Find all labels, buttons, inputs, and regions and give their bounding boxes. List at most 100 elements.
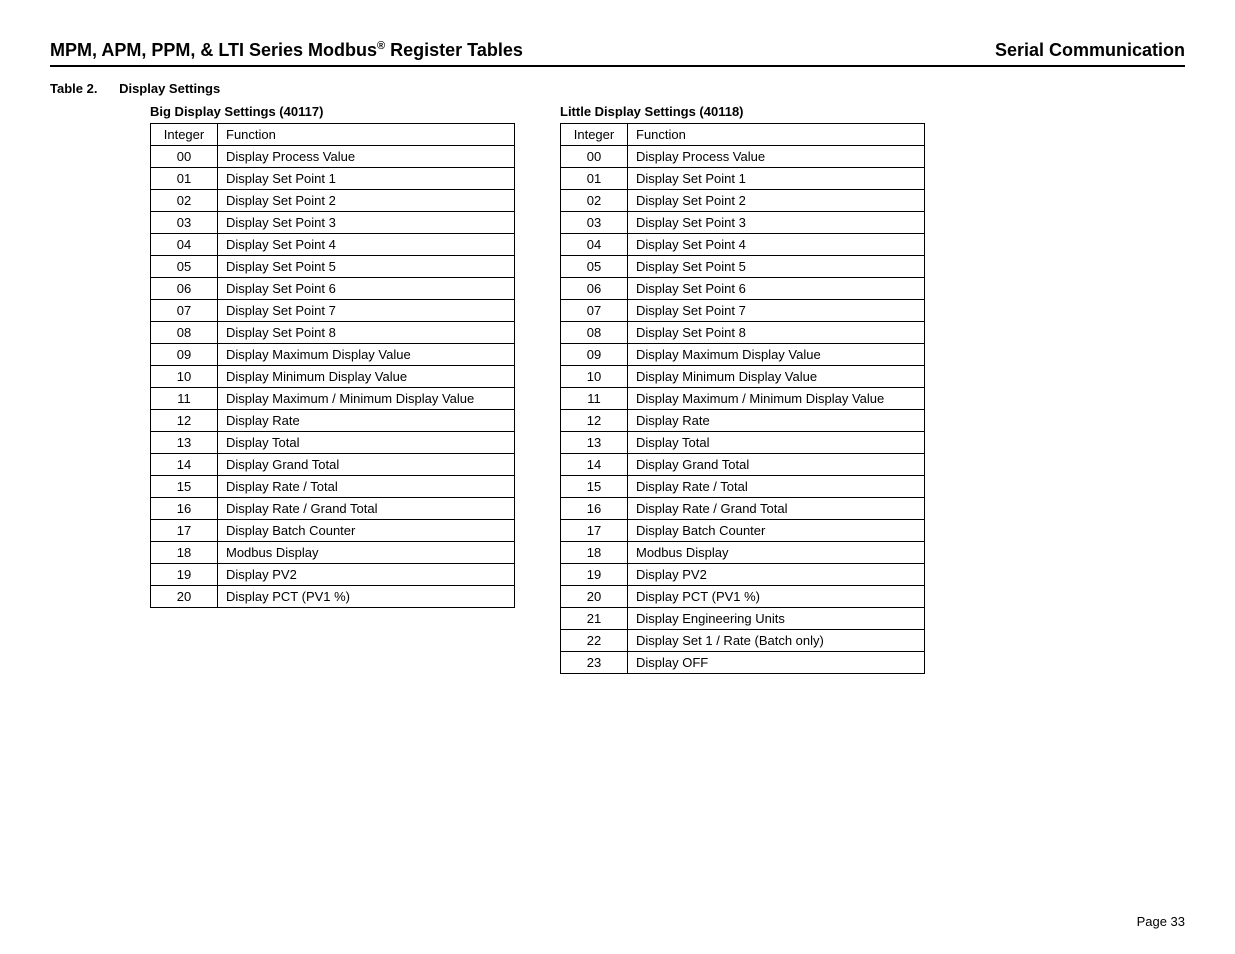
function-cell: Display PV2	[218, 564, 515, 586]
little-display-table: Integer Function 00Display Process Value…	[560, 123, 925, 674]
function-cell: Display Set Point 5	[628, 256, 925, 278]
table-row: 01Display Set Point 1	[151, 168, 515, 190]
table-row: 09Display Maximum Display Value	[561, 344, 925, 366]
function-cell: Display Maximum / Minimum Display Value	[628, 388, 925, 410]
table-row: 20Display PCT (PV1 %)	[151, 586, 515, 608]
integer-cell: 01	[561, 168, 628, 190]
function-cell: Display Rate	[218, 410, 515, 432]
table-row: 05Display Set Point 5	[151, 256, 515, 278]
table-row: 06Display Set Point 6	[561, 278, 925, 300]
integer-cell: 00	[151, 146, 218, 168]
integer-cell: 03	[561, 212, 628, 234]
table-row: 06Display Set Point 6	[151, 278, 515, 300]
integer-cell: 10	[561, 366, 628, 388]
integer-cell: 09	[561, 344, 628, 366]
table-row: 03Display Set Point 3	[561, 212, 925, 234]
function-cell: Display Minimum Display Value	[628, 366, 925, 388]
table-row: 21Display Engineering Units	[561, 608, 925, 630]
integer-cell: 03	[151, 212, 218, 234]
table-row: 19Display PV2	[561, 564, 925, 586]
table-row: 17Display Batch Counter	[561, 520, 925, 542]
table-row: 07Display Set Point 7	[151, 300, 515, 322]
table-number: Table 2.	[50, 81, 97, 96]
function-cell: Display Rate / Total	[628, 476, 925, 498]
function-cell: Display Set Point 7	[218, 300, 515, 322]
table-row: 20Display PCT (PV1 %)	[561, 586, 925, 608]
table-row: 15Display Rate / Total	[151, 476, 515, 498]
function-cell: Display Maximum Display Value	[628, 344, 925, 366]
integer-cell: 05	[151, 256, 218, 278]
page-number: Page 33	[1137, 914, 1185, 929]
integer-cell: 08	[151, 322, 218, 344]
registered-mark: ®	[377, 40, 385, 52]
table-row: 23Display OFF	[561, 652, 925, 674]
table-header-row: Integer Function	[151, 124, 515, 146]
function-cell: Display Set Point 1	[628, 168, 925, 190]
integer-cell: 06	[561, 278, 628, 300]
function-cell: Display Maximum Display Value	[218, 344, 515, 366]
table-row: 12Display Rate	[151, 410, 515, 432]
integer-cell: 18	[561, 542, 628, 564]
function-cell: Display Set Point 2	[218, 190, 515, 212]
table-row: 22Display Set 1 / Rate (Batch only)	[561, 630, 925, 652]
integer-cell: 05	[561, 256, 628, 278]
table-row: 09Display Maximum Display Value	[151, 344, 515, 366]
table-row: 18Modbus Display	[151, 542, 515, 564]
integer-cell: 12	[561, 410, 628, 432]
col-function: Function	[218, 124, 515, 146]
function-cell: Display Set Point 8	[218, 322, 515, 344]
page-header: MPM, APM, PPM, & LTI Series Modbus® Regi…	[50, 40, 1185, 67]
table-row: 19Display PV2	[151, 564, 515, 586]
table-row: 16Display Rate / Grand Total	[561, 498, 925, 520]
table-row: 15Display Rate / Total	[561, 476, 925, 498]
table-header-row: Integer Function	[561, 124, 925, 146]
integer-cell: 07	[151, 300, 218, 322]
table-row: 10Display Minimum Display Value	[561, 366, 925, 388]
integer-cell: 09	[151, 344, 218, 366]
table-row: 00Display Process Value	[151, 146, 515, 168]
table-title: Display Settings	[119, 81, 220, 96]
big-display-table: Integer Function 00Display Process Value…	[150, 123, 515, 608]
table-row: 14Display Grand Total	[561, 454, 925, 476]
function-cell: Display PV2	[628, 564, 925, 586]
integer-cell: 14	[561, 454, 628, 476]
table-row: 12Display Rate	[561, 410, 925, 432]
table-row: 02Display Set Point 2	[151, 190, 515, 212]
header-right: Serial Communication	[995, 40, 1185, 61]
function-cell: Display Total	[628, 432, 925, 454]
integer-cell: 19	[561, 564, 628, 586]
function-cell: Display Process Value	[628, 146, 925, 168]
function-cell: Display Process Value	[218, 146, 515, 168]
integer-cell: 13	[151, 432, 218, 454]
table-row: 11Display Maximum / Minimum Display Valu…	[151, 388, 515, 410]
integer-cell: 10	[151, 366, 218, 388]
little-display-title: Little Display Settings (40118)	[560, 104, 925, 119]
function-cell: Display Set Point 3	[628, 212, 925, 234]
little-display-block: Little Display Settings (40118) Integer …	[560, 104, 925, 674]
integer-cell: 13	[561, 432, 628, 454]
table-row: 13Display Total	[151, 432, 515, 454]
table-row: 13Display Total	[561, 432, 925, 454]
integer-cell: 16	[561, 498, 628, 520]
function-cell: Display Set Point 6	[218, 278, 515, 300]
integer-cell: 18	[151, 542, 218, 564]
integer-cell: 11	[151, 388, 218, 410]
function-cell: Display Set Point 4	[628, 234, 925, 256]
integer-cell: 01	[151, 168, 218, 190]
table-row: 03Display Set Point 3	[151, 212, 515, 234]
integer-cell: 04	[151, 234, 218, 256]
col-integer: Integer	[561, 124, 628, 146]
table-caption: Table 2. Display Settings	[50, 81, 1185, 96]
function-cell: Display Set Point 7	[628, 300, 925, 322]
table-row: 17Display Batch Counter	[151, 520, 515, 542]
integer-cell: 23	[561, 652, 628, 674]
integer-cell: 06	[151, 278, 218, 300]
integer-cell: 15	[151, 476, 218, 498]
function-cell: Display Maximum / Minimum Display Value	[218, 388, 515, 410]
table-row: 04Display Set Point 4	[561, 234, 925, 256]
integer-cell: 11	[561, 388, 628, 410]
function-cell: Display Set Point 2	[628, 190, 925, 212]
function-cell: Display Engineering Units	[628, 608, 925, 630]
function-cell: Display Set Point 3	[218, 212, 515, 234]
function-cell: Display Set 1 / Rate (Batch only)	[628, 630, 925, 652]
